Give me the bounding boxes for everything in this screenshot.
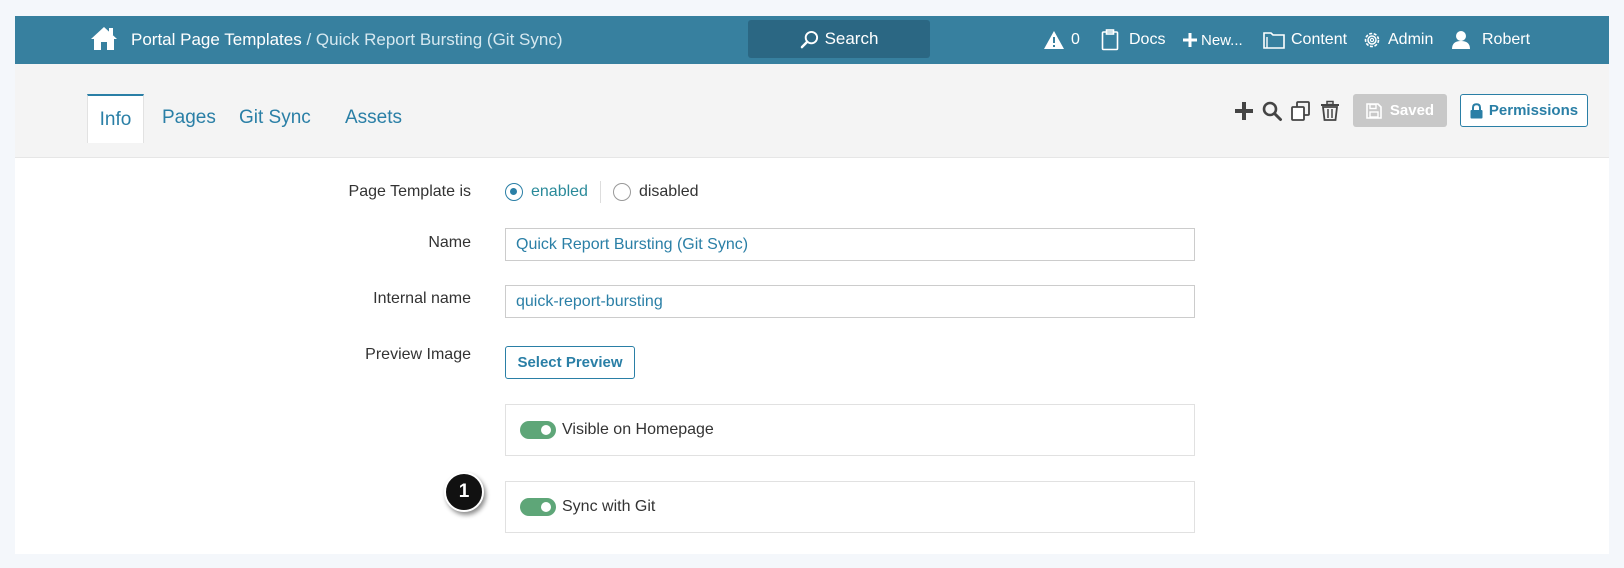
search-label: Search <box>824 29 879 48</box>
alerts-count: 0 <box>1071 31 1080 48</box>
warning-icon <box>1044 31 1064 49</box>
search-icon <box>800 30 818 48</box>
saved-button[interactable]: Saved <box>1353 94 1447 127</box>
tab-pages[interactable]: Pages <box>148 94 230 142</box>
app-window: Portal Page Templates / Quick Report Bur… <box>15 16 1609 554</box>
trash-icon[interactable] <box>1319 100 1341 122</box>
saved-label: Saved <box>1389 102 1435 119</box>
folder-icon <box>1263 32 1285 49</box>
visible-on-homepage-box: Visible on Homepage <box>505 404 1195 456</box>
breadcrumb-root-link[interactable]: Portal Page Templates <box>131 30 302 49</box>
alerts-button[interactable]: 0 <box>1043 16 1080 64</box>
plus-icon <box>1183 33 1197 47</box>
sync-with-git-label: Sync with Git <box>562 498 656 515</box>
copy-icon[interactable] <box>1290 100 1312 122</box>
search-icon[interactable] <box>1261 100 1283 122</box>
gear-icon <box>1364 32 1380 48</box>
status-label: Page Template is <box>348 183 471 200</box>
tab-strip: Info Pages Git Sync Assets Saved Permiss… <box>15 64 1609 158</box>
radio-enabled[interactable] <box>505 183 523 201</box>
sync-with-git-box: Sync with Git <box>505 481 1195 533</box>
name-input[interactable]: Quick Report Bursting (Git Sync) <box>505 228 1195 261</box>
radio-disabled[interactable] <box>612 183 631 201</box>
docs-button[interactable]: Docs <box>1101 16 1165 64</box>
radio-enabled-label[interactable]: enabled <box>531 183 588 201</box>
content-button[interactable]: Content <box>1263 16 1347 64</box>
new-label: New... <box>1201 31 1243 49</box>
select-preview-button[interactable]: Select Preview <box>505 346 635 379</box>
breadcrumb-separator: / <box>301 30 316 49</box>
tab-info[interactable]: Info <box>87 94 144 143</box>
user-label: Robert <box>1482 31 1531 48</box>
radio-disabled-label[interactable]: disabled <box>639 183 699 201</box>
breadcrumb: Portal Page Templates / Quick Report Bur… <box>131 30 562 50</box>
lock-icon <box>1470 102 1483 118</box>
radio-divider <box>599 181 601 203</box>
new-button[interactable]: New... <box>1183 16 1243 64</box>
docs-label: Docs <box>1129 31 1166 48</box>
preview-image-label: Preview Image <box>365 346 471 363</box>
permissions-label: Permissions <box>1488 102 1579 119</box>
visible-on-homepage-toggle[interactable] <box>520 421 556 439</box>
content-label: Content <box>1291 31 1348 48</box>
status-radio-group: enabled disabled <box>505 181 699 203</box>
clipboard-icon <box>1101 29 1119 51</box>
tab-git-sync[interactable]: Git Sync <box>225 94 325 142</box>
name-label: Name <box>428 234 471 251</box>
top-nav-bar: Portal Page Templates / Quick Report Bur… <box>15 16 1609 64</box>
internal-name-input[interactable]: quick-report-bursting <box>505 285 1195 318</box>
permissions-button[interactable]: Permissions <box>1460 94 1588 127</box>
user-menu-button[interactable]: Robert <box>1452 16 1530 64</box>
plus-icon[interactable] <box>1233 100 1255 122</box>
visible-on-homepage-label: Visible on Homepage <box>562 421 714 438</box>
admin-button[interactable]: Admin <box>1362 16 1433 64</box>
home-icon[interactable] <box>90 25 118 51</box>
breadcrumb-current: Quick Report Bursting (Git Sync) <box>315 30 563 49</box>
admin-label: Admin <box>1388 31 1434 48</box>
sync-with-git-toggle[interactable] <box>520 498 556 516</box>
step-number-badge: 1 <box>444 472 484 512</box>
tab-assets[interactable]: Assets <box>331 94 416 142</box>
floppy-disk-icon <box>1366 102 1382 119</box>
user-icon <box>1452 31 1470 49</box>
internal-name-label: Internal name <box>373 290 471 307</box>
search-button[interactable]: Search <box>748 20 930 58</box>
